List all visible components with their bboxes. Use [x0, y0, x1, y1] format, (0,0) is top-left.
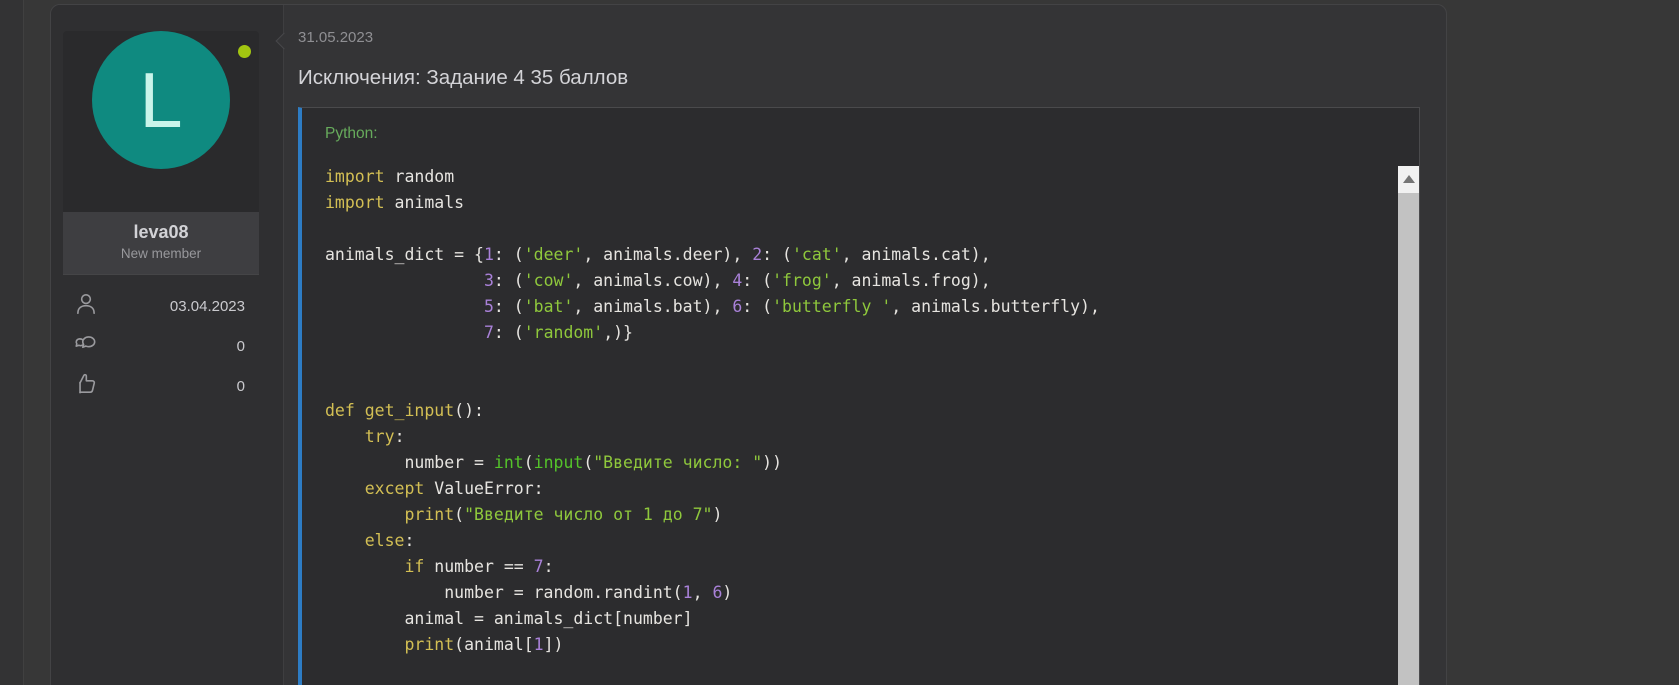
scrollbar-up-button[interactable] — [1398, 166, 1419, 192]
code-line: except ValueError: — [325, 476, 1393, 502]
code-line: if number == 7: — [325, 554, 1393, 580]
post-title: Исключения: Задание 4 35 баллов — [298, 66, 1420, 90]
likes-icon — [73, 371, 99, 402]
code-line — [325, 372, 1393, 398]
code-line: import random — [325, 164, 1393, 190]
forum-post-card: L leva08 New member 03.04.2023 — [50, 4, 1447, 685]
code-line: animals_dict = {1: ('deer', animals.deer… — [325, 242, 1393, 268]
avatar-cell: L — [63, 31, 259, 212]
stat-row-messages: 0 — [73, 331, 245, 362]
messages-icon — [73, 331, 99, 362]
code-line — [325, 216, 1393, 242]
user-role-label: New member — [67, 246, 255, 261]
code-lines: import randomimport animals animals_dict … — [325, 164, 1393, 658]
messages-count-value: 0 — [237, 338, 245, 355]
code-line: import animals — [325, 190, 1393, 216]
code-line — [325, 346, 1393, 372]
code-line: number = int(input("Введите число: ")) — [325, 450, 1393, 476]
post-date: 31.05.2023 — [298, 29, 1420, 46]
code-line: print("Введите число от 1 до 7") — [325, 502, 1393, 528]
stat-row-joined: 03.04.2023 — [73, 291, 245, 322]
online-status-dot — [238, 45, 251, 58]
code-line: 5: ('bat', animals.bat), 6: ('butterfly … — [325, 294, 1393, 320]
code-line: 3: ('cow', animals.cow), 4: ('frog', ani… — [325, 268, 1393, 294]
code-language-label: Python: — [325, 125, 1393, 143]
code-line: print(animal[1]) — [325, 632, 1393, 658]
code-scrollbar[interactable] — [1398, 166, 1419, 685]
person-icon — [73, 291, 99, 322]
stat-row-likes: 0 — [73, 371, 245, 402]
code-block: Python: import randomimport animals anima… — [298, 107, 1420, 685]
chevron-up-icon — [1403, 175, 1415, 183]
join-date-value: 03.04.2023 — [170, 298, 245, 315]
page-left-divider — [0, 0, 24, 685]
avatar[interactable]: L — [92, 31, 230, 169]
username-link[interactable]: leva08 — [67, 222, 255, 243]
code-line: 7: ('random',)} — [325, 320, 1393, 346]
code-line: number = random.randint(1, 6) — [325, 580, 1393, 606]
code-line: def get_input(): — [325, 398, 1393, 424]
likes-count-value: 0 — [237, 378, 245, 395]
message-column: 31.05.2023 Исключения: Задание 4 35 балл… — [284, 5, 1446, 685]
code-line: try: — [325, 424, 1393, 450]
user-stats: 03.04.2023 0 0 — [63, 274, 259, 402]
code-line: animal = animals_dict[number] — [325, 606, 1393, 632]
user-details: leva08 New member — [63, 212, 259, 274]
code-line: else: — [325, 528, 1393, 554]
user-info-column: L leva08 New member 03.04.2023 — [51, 5, 284, 685]
scrollbar-thumb[interactable] — [1398, 193, 1419, 685]
